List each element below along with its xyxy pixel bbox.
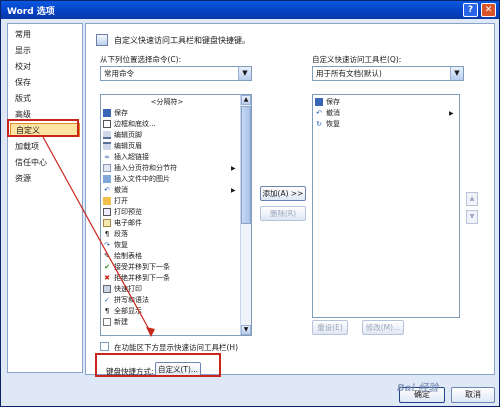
list-item[interactable]: ✎ 绘制表格: [103, 251, 142, 262]
title-bar[interactable]: Word 选项 ? ✕: [1, 1, 499, 19]
submenu-arrow-icon: ▶: [231, 165, 236, 172]
list-item[interactable]: ↷ 恢复: [103, 240, 128, 251]
hyperlink-icon: ∞: [104, 153, 110, 161]
nav-item-proofing[interactable]: 校对: [10, 60, 80, 74]
list-item[interactable]: 打开: [103, 196, 128, 207]
list-item[interactable]: ↶ 撤消 ▶: [315, 108, 454, 119]
remove-button[interactable]: 删除(R): [260, 206, 306, 221]
list-item[interactable]: ↶ 撤消 ▶: [103, 185, 236, 196]
chevron-down-icon[interactable]: ▼: [238, 67, 251, 80]
list-item[interactable]: 插入分页符和分节符 ▶: [103, 163, 236, 174]
move-up-icon[interactable]: ▲: [466, 192, 478, 206]
list-item[interactable]: 编辑页脚: [103, 130, 142, 141]
list-item[interactable]: ∞ 插入超链接: [103, 152, 149, 163]
list-item-separator[interactable]: <分隔符>: [103, 97, 231, 108]
new-document-icon: [103, 318, 111, 326]
email-icon: [103, 219, 111, 227]
customize-qat-combo[interactable]: 用于所有文档(默认) ▼: [312, 66, 464, 81]
undo-icon: ↶: [104, 186, 110, 194]
choose-commands-value: 常用命令: [104, 69, 134, 78]
nav-item-display[interactable]: 显示: [10, 44, 80, 58]
floppy-icon: [103, 109, 111, 117]
list-item[interactable]: 电子邮件: [103, 218, 142, 229]
customize-panel: 自定义快速访问工具栏和键盘快捷键。 从下列位置选择命令(C): 常用命令 ▼ 自…: [85, 23, 495, 376]
submenu-arrow-icon: ▶: [231, 187, 236, 194]
nav-item-general[interactable]: 常用: [10, 28, 80, 42]
reject-change-icon: ✖: [104, 274, 110, 282]
chevron-down-icon[interactable]: ▼: [450, 67, 463, 80]
move-down-icon[interactable]: ▼: [466, 210, 478, 224]
list-item[interactable]: 快速打印: [103, 284, 142, 295]
show-all-icon: ¶: [104, 307, 110, 315]
choose-commands-combo[interactable]: 常用命令 ▼: [100, 66, 252, 81]
picture-icon: [103, 175, 111, 183]
nav-item-layout[interactable]: 版式: [10, 92, 80, 106]
undo-icon: ↶: [316, 109, 322, 117]
scroll-down-icon[interactable]: ▼: [241, 325, 251, 335]
redo-icon: ↻: [316, 120, 322, 128]
panel-header: 自定义快速访问工具栏和键盘快捷键。: [96, 34, 476, 48]
list-item[interactable]: 插入文件中的图片: [103, 174, 170, 185]
show-qat-below-label: 在功能区下方显示快速访问工具栏(H): [114, 343, 238, 352]
nav-item-save[interactable]: 保存: [10, 76, 80, 90]
redo-icon: ↷: [104, 241, 110, 249]
keyboard-highlight-box: [95, 353, 221, 377]
list-item[interactable]: ¶ 段落: [103, 229, 128, 240]
print-preview-icon: [103, 208, 111, 216]
scroll-thumb[interactable]: [241, 106, 251, 224]
commands-scrollbar[interactable]: ▲ ▼: [240, 95, 251, 335]
list-item[interactable]: 保存: [315, 97, 340, 108]
add-button[interactable]: 添加(A) >>: [260, 186, 306, 201]
commands-list[interactable]: <分隔符> 保存 边框和底纹... 编辑页脚 编辑页眉 ∞ 插入超链接 插入分页符…: [100, 94, 252, 336]
reset-button[interactable]: 重设(E): [312, 320, 348, 335]
list-item[interactable]: 边框和底纹...: [103, 119, 156, 130]
accept-change-icon: ✔: [104, 263, 110, 271]
list-item[interactable]: ✖ 拒绝并移到下一条: [103, 273, 170, 284]
open-folder-icon: [103, 197, 111, 205]
watermark-logo: Bai 经验: [397, 383, 439, 394]
window-title: Word 选项: [7, 7, 55, 17]
nav-item-trust-center[interactable]: 信任中心: [10, 156, 80, 170]
floppy-icon: [315, 98, 323, 106]
scroll-up-icon[interactable]: ▲: [241, 95, 251, 105]
border-icon: [103, 120, 111, 128]
list-item[interactable]: 打印预览: [103, 207, 142, 218]
cancel-button[interactable]: 取消: [451, 387, 495, 403]
quick-print-icon: [103, 285, 111, 293]
choose-commands-label: 从下列位置选择命令(C):: [100, 55, 182, 64]
list-item[interactable]: ↻ 恢复: [315, 119, 340, 130]
spelling-icon: ✓: [104, 296, 110, 304]
customize-qat-value: 用于所有文档(默认): [316, 69, 382, 78]
header-icon: [103, 142, 111, 150]
options-nav: 常用 显示 校对 保存 版式 高级 自定义 加载项 信任中心 资源: [7, 23, 83, 373]
list-item[interactable]: ✔ 接受并移到下一条: [103, 262, 170, 273]
panel-title: 自定义快速访问工具栏和键盘快捷键。: [114, 36, 250, 45]
toolbar-icon: [96, 34, 108, 46]
submenu-arrow-icon: ▶: [449, 110, 454, 117]
help-button[interactable]: ?: [463, 3, 478, 17]
footer-icon: [103, 131, 111, 139]
close-button[interactable]: ✕: [481, 3, 496, 17]
nav-item-addins[interactable]: 加载项: [10, 140, 80, 154]
list-item[interactable]: ¶ 全部显示: [103, 306, 142, 317]
customize-highlight-box: [7, 119, 79, 137]
list-item[interactable]: 保存: [103, 108, 128, 119]
show-qat-below-checkbox[interactable]: [100, 342, 109, 351]
list-item[interactable]: 新建: [103, 317, 128, 328]
modify-button[interactable]: 修改(M)...: [362, 320, 404, 335]
paragraph-icon: ¶: [104, 230, 110, 238]
word-options-dialog: Word 选项 ? ✕ 常用 显示 校对 保存 版式 高级 自定义 加载项 信任…: [0, 0, 500, 407]
list-item[interactable]: ✓ 拼写和语法: [103, 295, 149, 306]
qat-list[interactable]: 保存 ↶ 撤消 ▶ ↻ 恢复: [312, 94, 460, 318]
list-item[interactable]: 编辑页眉: [103, 141, 142, 152]
customize-qat-label: 自定义快速访问工具栏(Q):: [312, 55, 402, 64]
page-break-icon: [103, 164, 111, 172]
draw-table-icon: ✎: [104, 252, 110, 260]
nav-item-resources[interactable]: 资源: [10, 172, 80, 186]
